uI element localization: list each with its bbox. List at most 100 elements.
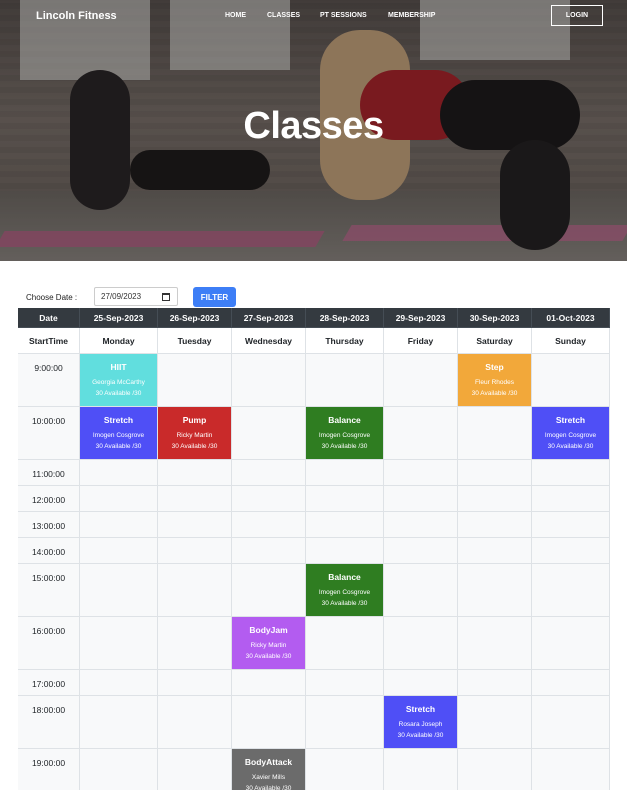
class-name: Step	[485, 362, 504, 372]
timetable-cell	[158, 354, 232, 407]
nav-membership[interactable]: MEMBERSHIP	[388, 12, 435, 19]
class-name: Stretch	[555, 415, 586, 425]
column-header-date-value: 26-Sep-2023	[158, 308, 232, 328]
timetable-cell	[458, 696, 532, 749]
time-slot-label: 12:00:00	[18, 486, 80, 512]
timetable-cell	[384, 564, 458, 617]
timetable-cell	[458, 670, 532, 696]
timetable-cell	[306, 460, 384, 486]
time-slot-label: 19:00:00	[18, 749, 80, 790]
timetable-cell	[306, 670, 384, 696]
timetable-cell	[80, 564, 158, 617]
hero-banner: Lincoln Fitness HOME CLASSES PT SESSIONS…	[0, 0, 627, 261]
calendar-icon[interactable]	[162, 293, 170, 301]
class-block[interactable]: HIIT Georgia McCarthy 30 Available /30	[80, 354, 157, 406]
timetable-cell	[80, 749, 158, 790]
timetable-cell	[458, 407, 532, 460]
column-header-day: Saturday	[458, 328, 532, 354]
timetable-cell	[532, 486, 610, 512]
login-button[interactable]: LOGIN	[551, 5, 603, 26]
timetable-cell	[232, 696, 306, 749]
column-header-day: Monday	[80, 328, 158, 354]
timetable-cell	[306, 538, 384, 564]
timetable-cell	[80, 460, 158, 486]
class-block[interactable]: Stretch Imogen Cosgrove 30 Available /30	[532, 407, 609, 459]
class-name: Stretch	[103, 415, 134, 425]
timetable-cell	[384, 617, 458, 670]
column-header-date-value: 30-Sep-2023	[458, 308, 532, 328]
timetable-cell	[232, 354, 306, 407]
timetable-cell	[384, 512, 458, 538]
class-block[interactable]: Step Fleur Rhodes 30 Available /30	[458, 354, 531, 406]
timetable-cell	[158, 749, 232, 790]
page-title: Classes	[243, 105, 384, 147]
timetable-cell	[306, 486, 384, 512]
timetable-cell	[158, 670, 232, 696]
class-block[interactable]: Balance Imogen Cosgrove 30 Available /30	[306, 407, 383, 459]
timetable-cell	[80, 512, 158, 538]
timetable-cell	[458, 617, 532, 670]
timetable-cell	[458, 512, 532, 538]
timetable-cell	[458, 538, 532, 564]
timetable-cell	[232, 486, 306, 512]
timetable-cell	[306, 749, 384, 790]
timetable-cell	[458, 460, 532, 486]
timetable-cell	[158, 696, 232, 749]
class-availability: 30 Available /30	[171, 443, 218, 450]
timetable-cell	[532, 564, 610, 617]
class-availability: 30 Available /30	[95, 390, 142, 397]
time-slot-label: 18:00:00	[18, 696, 80, 749]
class-block[interactable]: Pump Ricky Martin 30 Available /30	[158, 407, 231, 459]
timetable-cell	[532, 354, 610, 407]
timetable-cell	[306, 354, 384, 407]
timetable-cell	[384, 460, 458, 486]
class-name: Stretch	[405, 704, 436, 714]
class-block[interactable]: BodyAttack Xavier Mills 30 Available /30	[232, 749, 305, 790]
timetable-cell	[158, 486, 232, 512]
class-name: Balance	[328, 572, 361, 582]
timetable-cell	[532, 670, 610, 696]
class-trainer: Fleur Rhodes	[474, 379, 515, 386]
class-availability: 30 Available /30	[321, 443, 368, 450]
timetable-cell	[384, 486, 458, 512]
class-availability: 30 Available /30	[471, 390, 518, 397]
timetable-cell	[384, 749, 458, 790]
timetable-cell	[232, 460, 306, 486]
timetable-cell	[232, 564, 306, 617]
class-block[interactable]: Balance Imogen Cosgrove 30 Available /30	[306, 564, 383, 616]
filter-button[interactable]: FILTER	[193, 287, 236, 307]
timetable-cell	[306, 617, 384, 670]
nav-classes[interactable]: CLASSES	[267, 12, 300, 19]
timetable-cell	[458, 749, 532, 790]
class-availability: 30 Available /30	[245, 653, 292, 660]
class-availability: 30 Available /30	[321, 600, 368, 607]
brand-logo[interactable]: Lincoln Fitness	[36, 10, 117, 22]
class-block[interactable]: Stretch Imogen Cosgrove 30 Available /30	[80, 407, 157, 459]
class-trainer: Imogen Cosgrove	[92, 432, 145, 439]
column-header-date-value: 27-Sep-2023	[232, 308, 306, 328]
time-slot-label: 10:00:00	[18, 407, 80, 460]
class-block[interactable]: BodyJam Ricky Martin 30 Available /30	[232, 617, 305, 669]
column-header-date-value: 01-Oct-2023	[532, 308, 610, 328]
time-slot-label: 13:00:00	[18, 512, 80, 538]
date-input[interactable]: 27/09/2023	[94, 287, 178, 306]
time-slot-label: 14:00:00	[18, 538, 80, 564]
class-trainer: Imogen Cosgrove	[318, 589, 371, 596]
class-block[interactable]: Stretch Rosara Joseph 30 Available /30	[384, 696, 457, 748]
timetable-cell	[232, 538, 306, 564]
nav-pt-sessions[interactable]: PT SESSIONS	[320, 12, 367, 19]
timetable-cell	[80, 538, 158, 564]
time-slot-label: 9:00:00	[18, 354, 80, 407]
column-header-date-value: 25-Sep-2023	[80, 308, 158, 328]
class-availability: 30 Available /30	[397, 732, 444, 739]
class-trainer: Rosara Joseph	[398, 721, 443, 728]
timetable-cell	[80, 486, 158, 512]
column-header-starttime: StartTime	[18, 328, 80, 354]
timetable-cell	[232, 407, 306, 460]
column-header-day: Wednesday	[232, 328, 306, 354]
timetable-cell	[158, 538, 232, 564]
time-slot-label: 15:00:00	[18, 564, 80, 617]
class-trainer: Imogen Cosgrove	[318, 432, 371, 439]
nav-home[interactable]: HOME	[225, 12, 246, 19]
class-name: HIIT	[110, 362, 127, 372]
